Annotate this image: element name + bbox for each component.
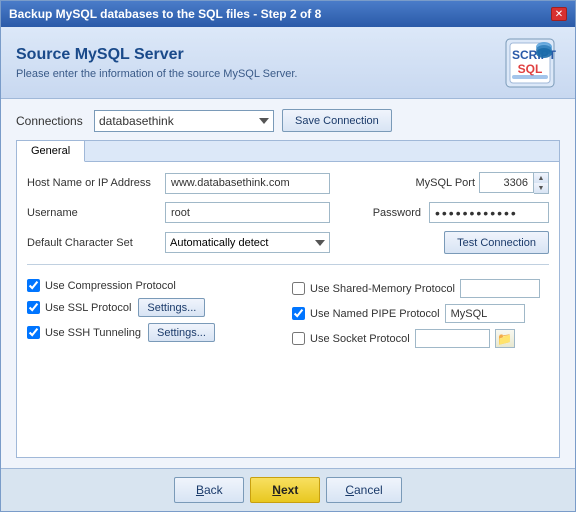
socket-input[interactable] (415, 329, 490, 348)
tab-header: General (17, 141, 559, 162)
header-subtitle: Please enter the information of the sour… (16, 68, 297, 80)
tab-content-general: Host Name or IP Address MySQL Port ▲ ▼ (17, 162, 559, 457)
host-input[interactable] (165, 173, 330, 194)
shared-memory-input[interactable] (460, 279, 540, 298)
ssh-label: Use SSH Tunneling (45, 327, 141, 339)
svg-text:SQL: SQL (518, 62, 543, 76)
header-text: Source MySQL Server Please enter the inf… (16, 46, 297, 80)
port-input[interactable] (479, 172, 534, 193)
protocols-section: Use Compression Protocol Use SSL Protoco… (27, 279, 549, 348)
socket-label: Use Socket Protocol (310, 333, 410, 345)
back-underline-char: B (196, 483, 204, 497)
connections-row: Connections databasethink Save Connectio… (16, 109, 560, 132)
charset-label: Default Character Set (27, 237, 157, 249)
back-label-rest: ack (204, 483, 223, 497)
ssh-row: Use SSH Tunneling Settings... (27, 323, 284, 342)
ssl-settings-button[interactable]: Settings... (138, 298, 205, 317)
shared-memory-row: Use Shared-Memory Protocol (292, 279, 549, 298)
connections-select[interactable]: databasethink (94, 110, 274, 132)
protocols-left: Use Compression Protocol Use SSL Protoco… (27, 279, 284, 348)
username-label: Username (27, 207, 157, 219)
cancel-button[interactable]: Cancel (326, 477, 401, 503)
protocols-right: Use Shared-Memory Protocol Use Named PIP… (292, 279, 549, 348)
test-connection-button[interactable]: Test Connection (444, 231, 549, 254)
compression-checkbox[interactable] (27, 279, 40, 292)
main-window: Backup MySQL databases to the SQL files … (0, 0, 576, 512)
ssl-checkbox[interactable] (27, 301, 40, 314)
close-button[interactable]: ✕ (551, 7, 567, 21)
socket-folder-button[interactable]: 📁 (495, 329, 515, 348)
next-label-rest: ext (281, 483, 298, 497)
content-area: Connections databasethink Save Connectio… (1, 99, 575, 468)
ssl-label: Use SSL Protocol (45, 302, 131, 314)
host-row: Host Name or IP Address MySQL Port ▲ ▼ (27, 172, 549, 194)
username-row: Username Password (27, 202, 549, 223)
tab-container: General Host Name or IP Address MySQL Po… (16, 140, 560, 458)
shared-memory-label: Use Shared-Memory Protocol (310, 283, 455, 295)
named-pipe-row: Use Named PIPE Protocol (292, 304, 549, 323)
port-up-button[interactable]: ▲ (534, 173, 548, 183)
sql-script-icon: SCRIPT SQL (504, 37, 556, 89)
host-label: Host Name or IP Address (27, 177, 157, 189)
header-title: Source MySQL Server (16, 46, 297, 64)
compression-row: Use Compression Protocol (27, 279, 284, 292)
header-icon: SCRIPT SQL (500, 35, 560, 90)
port-label: MySQL Port (416, 177, 476, 189)
password-label: Password (373, 207, 421, 219)
separator (27, 264, 549, 265)
connections-label: Connections (16, 114, 86, 128)
title-bar: Backup MySQL databases to the SQL files … (1, 1, 575, 27)
named-pipe-input[interactable] (445, 304, 525, 323)
save-connection-button[interactable]: Save Connection (282, 109, 392, 132)
cancel-label-rest: ancel (354, 483, 383, 497)
footer: Back Next Cancel (1, 468, 575, 511)
back-button[interactable]: Back (174, 477, 244, 503)
socket-row: Use Socket Protocol 📁 (292, 329, 549, 348)
socket-checkbox[interactable] (292, 332, 305, 345)
named-pipe-label: Use Named PIPE Protocol (310, 308, 440, 320)
username-input[interactable] (165, 202, 330, 223)
port-wrapper: ▲ ▼ (479, 172, 549, 194)
password-input[interactable] (429, 202, 549, 223)
ssh-settings-button[interactable]: Settings... (148, 323, 215, 342)
port-down-button[interactable]: ▼ (534, 183, 548, 193)
shared-memory-checkbox[interactable] (292, 282, 305, 295)
port-spinners: ▲ ▼ (534, 172, 549, 194)
window-title: Backup MySQL databases to the SQL files … (9, 7, 321, 21)
header-section: Source MySQL Server Please enter the inf… (1, 27, 575, 99)
compression-label: Use Compression Protocol (45, 280, 176, 292)
cancel-underline-char: C (345, 483, 354, 497)
port-group: MySQL Port ▲ ▼ (416, 172, 550, 194)
next-button[interactable]: Next (250, 477, 320, 503)
folder-icon: 📁 (497, 332, 512, 346)
charset-row: Default Character Set Automatically dete… (27, 231, 549, 254)
tab-general[interactable]: General (17, 141, 85, 162)
ssl-row: Use SSL Protocol Settings... (27, 298, 284, 317)
named-pipe-checkbox[interactable] (292, 307, 305, 320)
next-underline-char: N (272, 483, 281, 497)
charset-select[interactable]: Automatically detect (165, 232, 330, 253)
ssh-checkbox[interactable] (27, 326, 40, 339)
